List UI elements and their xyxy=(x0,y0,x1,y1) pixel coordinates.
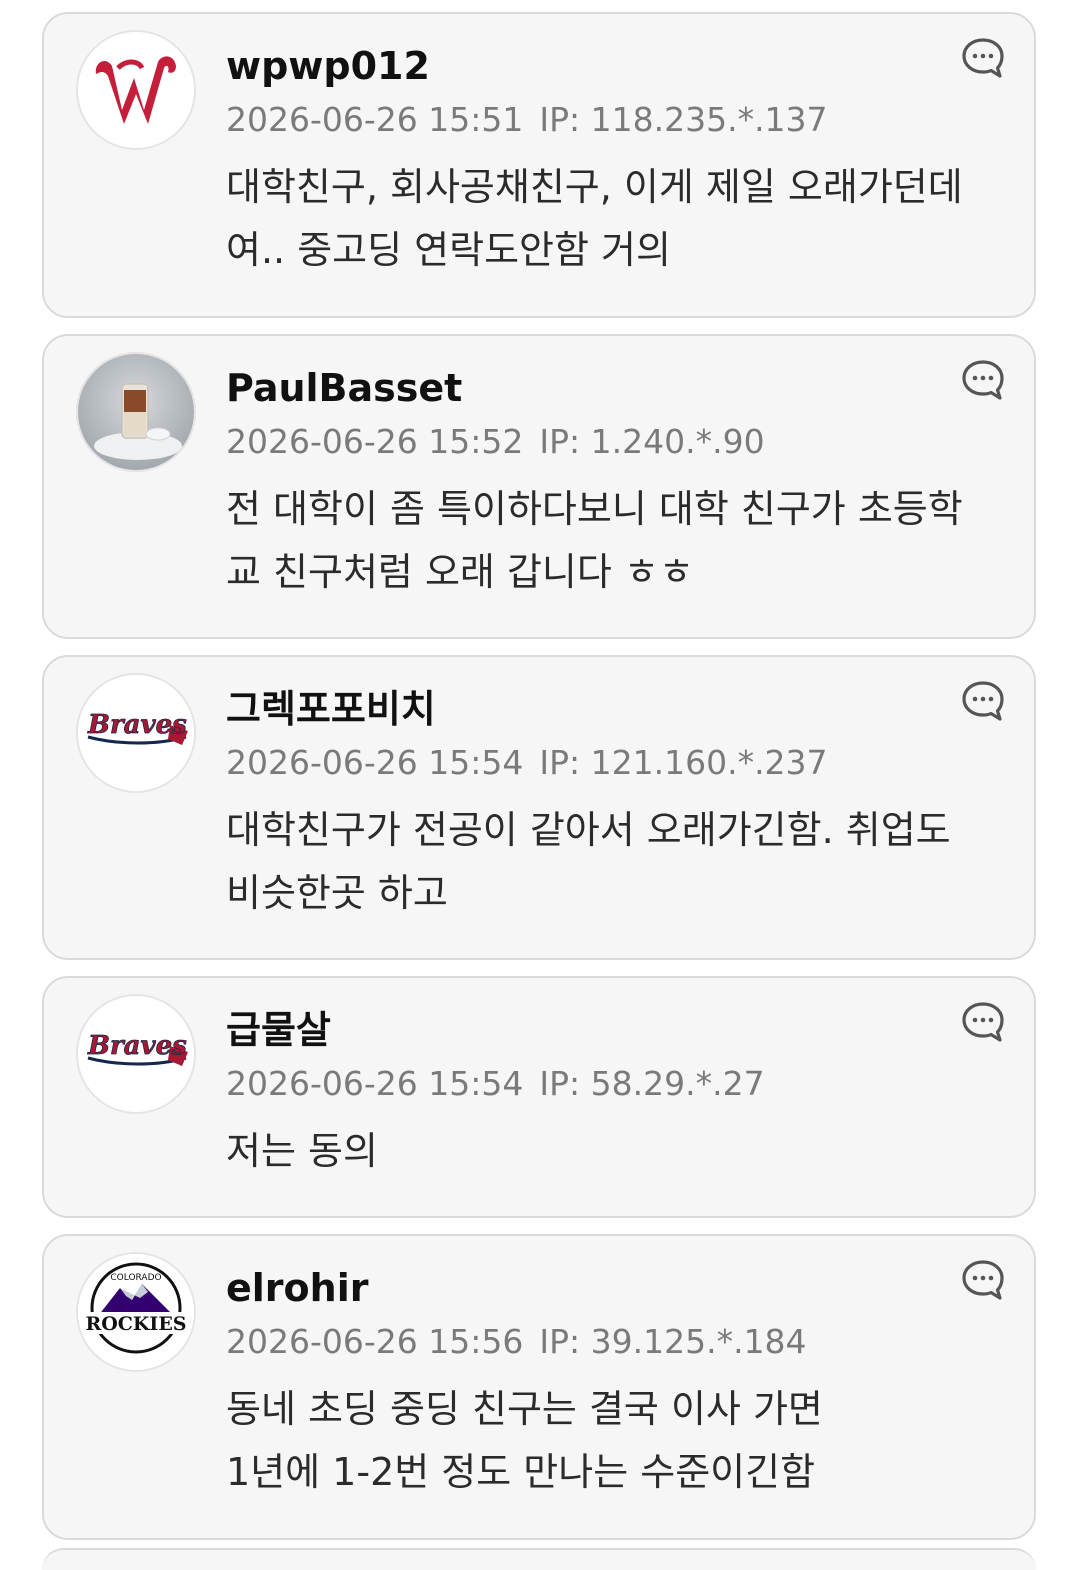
comment-datetime: 2026-06-26 15:56 xyxy=(226,1322,524,1361)
avatar[interactable]: Braves xyxy=(76,994,196,1114)
nationals-logo-icon xyxy=(78,32,194,148)
comment-ip: IP: 39.125.*.184 xyxy=(539,1322,807,1361)
avatar[interactable]: Braves xyxy=(76,673,196,793)
comment-list: wpwp012 2026-06-26 15:51 IP: 118.235.*.13… xyxy=(42,12,1036,1556)
comment-nickname[interactable]: elrohir xyxy=(226,1262,974,1314)
comment-meta: 2026-06-26 15:51 IP: 118.235.*.137 xyxy=(226,98,974,142)
comment-text: 대학친구가 전공이 같아서 오래가긴함. 취업도 비슷한곳 하고 xyxy=(226,808,951,915)
comment-bubble-icon[interactable] xyxy=(960,358,1006,404)
comment-card: PaulBasset 2026-06-26 15:52 IP: 1.240.*.9… xyxy=(42,334,1036,639)
braves-logo-icon: Braves xyxy=(78,996,194,1112)
comment-ip: IP: 1.240.*.90 xyxy=(539,422,765,461)
avatar[interactable]: ROCKIES COLORADO xyxy=(76,1252,196,1372)
svg-text:ROCKIES: ROCKIES xyxy=(85,1313,186,1335)
comment-bubble-icon[interactable] xyxy=(960,1000,1006,1046)
comment-datetime: 2026-06-26 15:54 xyxy=(226,1064,524,1103)
comment-nickname[interactable]: 그렉포포비치 xyxy=(226,683,974,735)
coffee-photo-icon xyxy=(78,354,194,470)
comment-nickname[interactable]: wpwp012 xyxy=(226,40,974,92)
comment-text: 저는 동의 xyxy=(226,1129,378,1173)
avatar[interactable] xyxy=(76,352,196,472)
comment-card: ROCKIES COLORADO elrohir 2026-06-26 15:5… xyxy=(42,1234,1036,1540)
comment-datetime: 2026-06-26 15:52 xyxy=(226,422,524,461)
rockies-logo-icon: ROCKIES COLORADO xyxy=(78,1254,194,1370)
comment-meta: 2026-06-26 15:52 IP: 1.240.*.90 xyxy=(226,420,974,464)
comment-ip: IP: 118.235.*.137 xyxy=(539,100,828,139)
svg-text:Braves: Braves xyxy=(87,1031,187,1061)
comment-ip: IP: 58.29.*.27 xyxy=(539,1064,765,1103)
comment-bubble-icon[interactable] xyxy=(960,36,1006,82)
comment-nickname[interactable]: 급물살 xyxy=(226,1004,974,1056)
comment-card: Braves 그렉포포비치 2026-06-26 15:54 IP: 121.16… xyxy=(42,655,1036,960)
comment-datetime: 2026-06-26 15:51 xyxy=(226,100,524,139)
svg-text:COLORADO: COLORADO xyxy=(110,1273,161,1283)
comment-bubble-icon[interactable] xyxy=(960,1258,1006,1304)
comment-meta: 2026-06-26 15:54 IP: 58.29.*.27 xyxy=(226,1062,974,1106)
comment-bubble-icon[interactable] xyxy=(960,679,1006,725)
comment-meta: 2026-06-26 15:54 IP: 121.160.*.237 xyxy=(226,741,974,785)
comment-text: 동네 초딩 중딩 친구는 결국 이사 가면 1년에 1-2번 정도 만나는 수준… xyxy=(226,1387,823,1494)
avatar[interactable] xyxy=(76,30,196,150)
comment-datetime: 2026-06-26 15:54 xyxy=(226,743,524,782)
braves-logo-icon: Braves xyxy=(78,675,194,791)
comment-card: Braves 급물살 2026-06-26 15:54 IP: 58.29.*.2… xyxy=(42,976,1036,1218)
next-comment-card-edge xyxy=(42,1548,1036,1570)
comment-ip: IP: 121.160.*.237 xyxy=(539,743,828,782)
comment-text: 전 대학이 좀 특이하다보니 대학 친구가 초등학교 친구처럼 오래 갑니다 ㅎ… xyxy=(226,487,963,594)
comment-text: 대학친구, 회사공채친구, 이게 제일 오래가던데여.. 중고딩 연락도안함 거… xyxy=(226,165,963,272)
comment-meta: 2026-06-26 15:56 IP: 39.125.*.184 xyxy=(226,1320,974,1364)
comment-nickname[interactable]: PaulBasset xyxy=(226,362,974,414)
comment-card: wpwp012 2026-06-26 15:51 IP: 118.235.*.13… xyxy=(42,12,1036,318)
svg-text:Braves: Braves xyxy=(87,710,187,740)
